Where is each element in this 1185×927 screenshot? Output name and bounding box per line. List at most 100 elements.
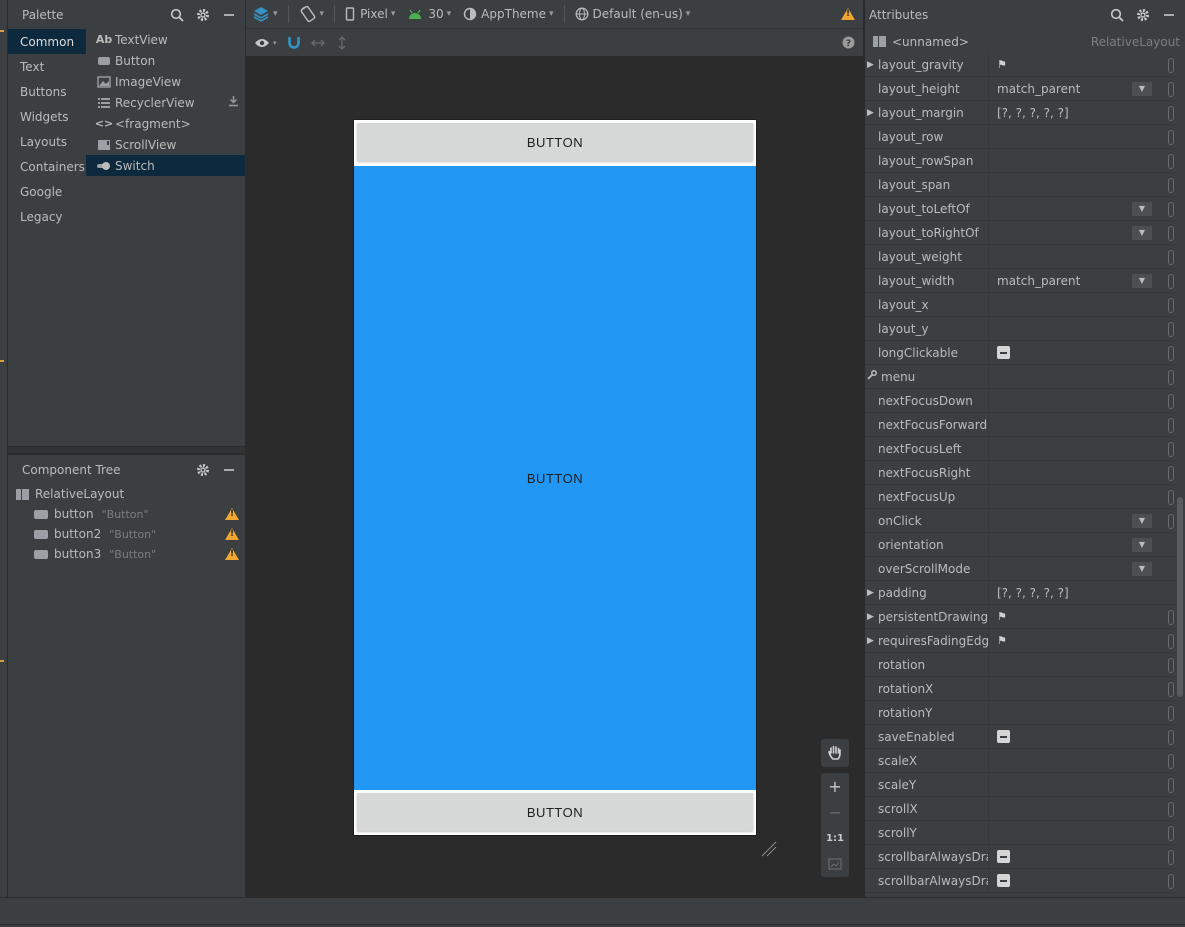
expand-triangle-icon[interactable]: ▶ [867,60,874,70]
view-options-button[interactable]: ▾ [246,28,283,57]
minimize-icon[interactable] [221,7,237,23]
expand-horizontal-button[interactable] [305,28,331,57]
attr-binding-indicator[interactable] [1168,465,1174,481]
attr-row-scalex[interactable]: scaleX [865,748,1175,773]
dropdown-button[interactable]: ▼ [1132,225,1152,240]
attr-row-longclickable[interactable]: longClickable [865,340,1175,365]
dropdown-button[interactable]: ▼ [1132,561,1152,576]
attr-row-layout-torightof[interactable]: layout_toRightOf ▼ [865,220,1175,245]
attr-row-nextfocusleft[interactable]: nextFocusLeft [865,436,1175,461]
attr-value[interactable] [989,677,1175,701]
palette-category-containers[interactable]: Containers [8,154,86,179]
attr-binding-indicator[interactable] [1168,321,1174,337]
tristate-checkbox[interactable] [997,730,1010,743]
attr-value[interactable] [989,485,1175,509]
attr-binding-indicator[interactable] [1168,225,1174,241]
attr-row-layout-row[interactable]: layout_row [865,124,1175,149]
attr-binding-indicator[interactable] [1168,633,1174,649]
attr-binding-indicator[interactable] [1168,441,1174,457]
tree-root-row[interactable]: RelativeLayout [8,484,245,504]
tree-row-button[interactable]: button "Button" [8,504,245,524]
attr-binding-indicator[interactable] [1168,129,1174,145]
orientation-button[interactable]: ▾ [293,0,331,29]
resize-handle-icon[interactable] [760,840,778,858]
tristate-checkbox[interactable] [997,346,1010,359]
attr-row-scrollbaralwaysdra[interactable]: scrollbarAlwaysDra... [865,868,1175,893]
locale-selector[interactable]: Default (en-us) ▾ [569,0,697,29]
attr-binding-indicator[interactable] [1168,513,1174,529]
design-canvas[interactable]: BUTTON BUTTON BUTTON + − 1:1 [246,57,863,897]
attr-row-layout-weight[interactable]: layout_weight [865,244,1175,269]
tree-row-button2[interactable]: button2 "Button" [8,524,245,544]
palette-item-imageview[interactable]: ImageView [86,71,245,92]
attr-binding-indicator[interactable] [1168,777,1174,793]
attr-binding-indicator[interactable] [1168,345,1174,361]
attr-value[interactable]: ▼ [989,509,1175,533]
gear-icon[interactable] [195,462,211,478]
attr-value[interactable] [989,341,1175,365]
attr-binding-indicator[interactable] [1168,249,1174,265]
attr-binding-indicator[interactable] [1168,57,1174,73]
expand-triangle-icon[interactable]: ▶ [867,636,874,646]
attr-row-scrollbaralwaysdra[interactable]: scrollbarAlwaysDra... [865,844,1175,869]
attr-value[interactable]: ▼ [989,557,1175,581]
panel-splitter[interactable] [8,446,245,454]
attr-row-menu[interactable]: menu [865,364,1175,389]
attr-row-scrolly[interactable]: scrollY [865,820,1175,845]
attr-binding-indicator[interactable] [1168,393,1174,409]
attr-value[interactable] [989,821,1175,845]
attr-row-onclick[interactable]: onClick ▼ [865,508,1175,533]
expand-triangle-icon[interactable]: ▶ [867,108,874,118]
attr-binding-indicator[interactable] [1168,417,1174,433]
dropdown-button[interactable]: ▼ [1132,513,1152,528]
attr-binding-indicator[interactable] [1168,705,1174,721]
attr-row-nextfocusup[interactable]: nextFocusUp [865,484,1175,509]
attr-row-padding[interactable]: ▶ padding [?, ?, ?, ?, ?] [865,580,1175,605]
download-icon[interactable] [228,95,239,110]
dropdown-button[interactable]: ▼ [1132,81,1152,96]
warning-icon[interactable] [225,508,239,520]
dropdown-button[interactable]: ▼ [1132,273,1152,288]
attr-binding-indicator[interactable] [1168,273,1174,289]
attr-value[interactable] [989,293,1175,317]
attr-value[interactable] [989,461,1175,485]
attr-value[interactable] [989,701,1175,725]
attr-value[interactable] [989,725,1175,749]
preview-button-middle[interactable]: BUTTON [354,166,756,790]
layers-button[interactable]: ▾ [246,0,284,29]
palette-category-buttons[interactable]: Buttons [8,79,86,104]
attr-value[interactable]: match_parent ▼ [989,77,1175,101]
attr-row-layout-width[interactable]: layout_width match_parent ▼ [865,268,1175,293]
warning-icon[interactable] [225,528,239,540]
attributes-scrollbar[interactable] [1177,497,1183,697]
palette-item-switch[interactable]: Switch [86,155,245,176]
attr-value[interactable]: ▼ [989,221,1175,245]
attr-binding-indicator[interactable] [1168,297,1174,313]
attr-binding-indicator[interactable] [1168,657,1174,673]
help-button[interactable]: ? [836,28,863,57]
attr-value[interactable] [989,437,1175,461]
attr-binding-indicator[interactable] [1168,873,1174,889]
expand-triangle-icon[interactable]: ▶ [867,588,874,598]
palette-category-common[interactable]: Common [8,29,86,54]
attr-row-rotationx[interactable]: rotationX [865,676,1175,701]
attr-value[interactable] [989,845,1175,869]
attr-row-requiresfadingedge[interactable]: ▶ requiresFadingEdge ⚑ [865,628,1175,653]
search-icon[interactable] [1109,7,1125,23]
attr-value[interactable]: [?, ?, ?, ?, ?] [989,581,1175,605]
attr-value[interactable] [989,749,1175,773]
flag-icon[interactable]: ⚑ [997,610,1007,623]
attr-row-layout-height[interactable]: layout_height match_parent ▼ [865,76,1175,101]
attr-binding-indicator[interactable] [1168,801,1174,817]
palette-item-scrollview[interactable]: ScrollView [86,134,245,155]
palette-category-widgets[interactable]: Widgets [8,104,86,129]
attr-binding-indicator[interactable] [1168,849,1174,865]
attr-value[interactable] [989,773,1175,797]
attr-value[interactable]: ⚑ [989,53,1175,77]
attr-binding-indicator[interactable] [1168,369,1174,385]
palette-category-google[interactable]: Google [8,179,86,204]
attr-value[interactable] [989,173,1175,197]
flag-icon[interactable]: ⚑ [997,58,1007,71]
preview-button-top[interactable]: BUTTON [357,123,753,161]
attr-value[interactable] [989,365,1175,389]
